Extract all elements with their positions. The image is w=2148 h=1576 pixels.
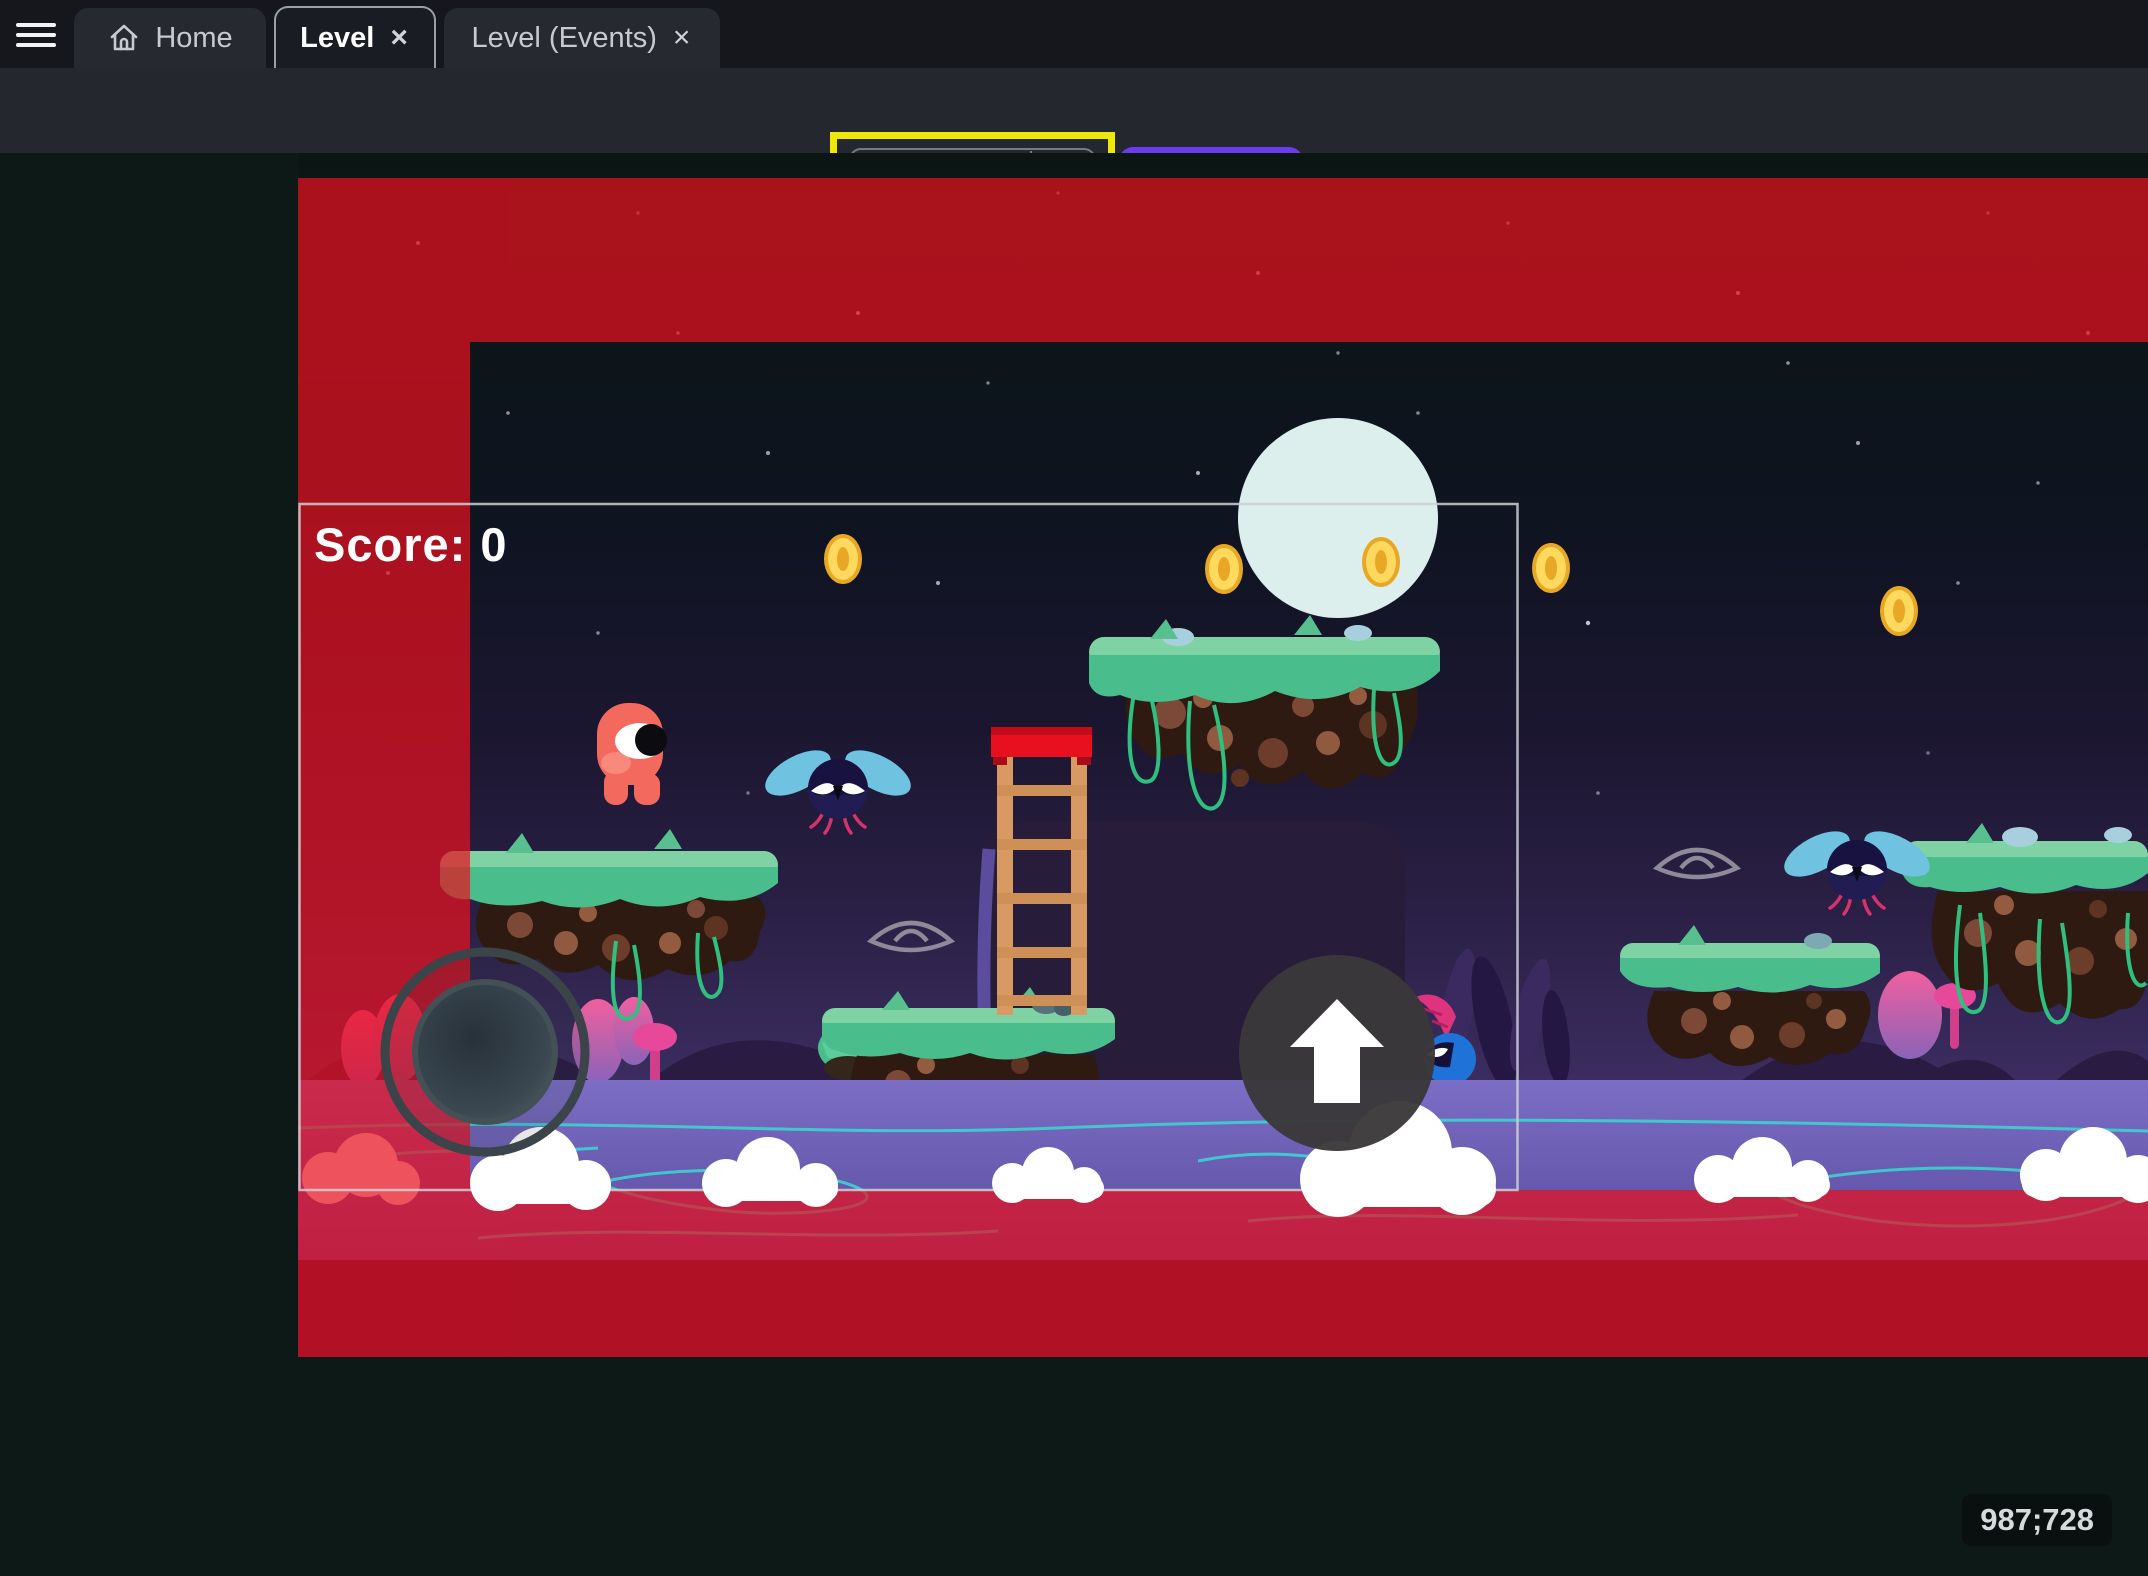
tab-label: Level (Events) [472, 22, 657, 55]
tab-bar: Home Level × Level (Events) × [0, 0, 2148, 68]
tab-home[interactable]: Home [74, 8, 266, 68]
hamburger-menu-icon[interactable] [16, 17, 62, 53]
close-tab-icon[interactable]: × [388, 23, 410, 53]
tab-level-events[interactable]: Level (Events) × [444, 8, 720, 68]
close-tab-icon[interactable]: × [671, 23, 693, 53]
tab-level[interactable]: Level × [274, 6, 436, 68]
platform[interactable] [1620, 925, 1880, 1066]
home-icon [107, 21, 141, 55]
joystick-control[interactable] [385, 952, 585, 1152]
game-scene [298, 153, 2148, 1357]
game-editor-window: Home Level × Level (Events) × [0, 0, 2148, 1576]
scene-editor-viewport[interactable]: Score: 0 [0, 153, 2148, 1576]
toolbar: Preview Publish [0, 68, 2148, 153]
tab-label: Level [300, 22, 374, 55]
score-label: Score: 0 [314, 517, 507, 572]
moon[interactable] [1238, 418, 1438, 618]
cursor-coordinates: 987;728 [1962, 1494, 2112, 1546]
tab-label: Home [155, 22, 232, 55]
jump-button[interactable] [1239, 955, 1435, 1151]
